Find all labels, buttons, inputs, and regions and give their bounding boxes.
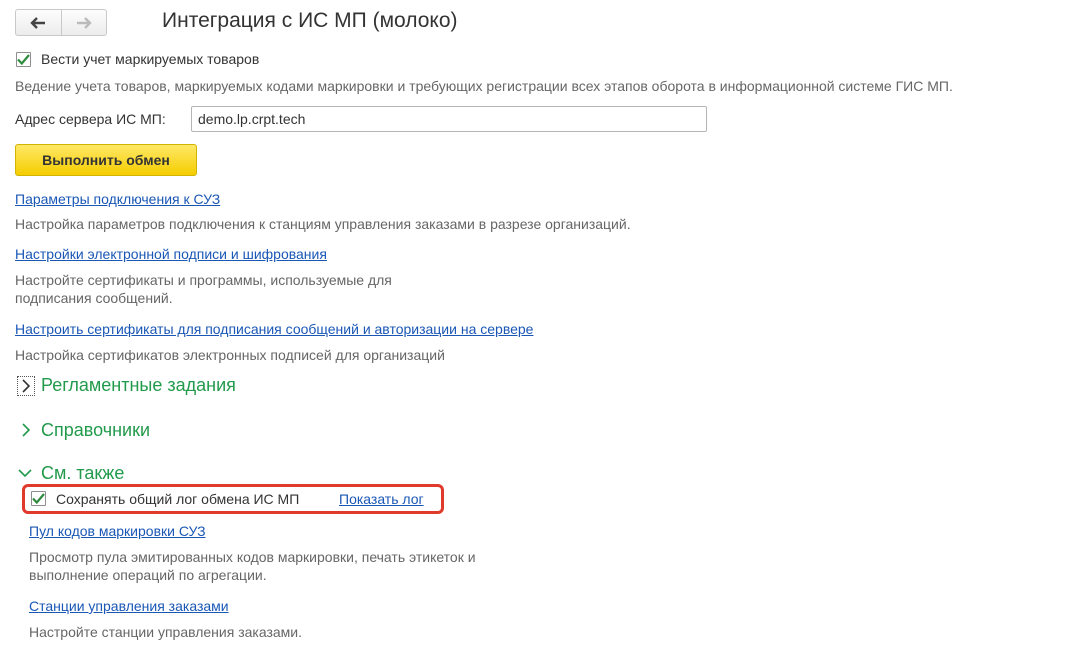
catalogs-section-title[interactable]: Справочники: [41, 420, 150, 441]
server-address-input[interactable]: demo.lp.crpt.tech: [191, 106, 707, 132]
order-stations-description: Настройте станции управления заказами.: [29, 624, 303, 640]
suz-code-pool-description-line2: выполнение операций по агрегации.: [29, 567, 267, 583]
history-nav: [15, 9, 107, 36]
arrow-left-icon: [30, 16, 46, 29]
page-title: Интеграция с ИС МП (молоко): [162, 9, 458, 32]
order-stations-link[interactable]: Станции управления заказами: [29, 598, 229, 614]
arrow-right-icon: [76, 16, 92, 29]
run-exchange-button[interactable]: Выполнить обмен: [15, 144, 197, 176]
see-also-toggle[interactable]: [16, 466, 34, 480]
server-address-label: Адрес сервера ИС МП:: [15, 111, 166, 127]
back-button[interactable]: [16, 10, 61, 35]
catalogs-toggle[interactable]: [18, 421, 34, 439]
signature-settings-link[interactable]: Настройки электронной подписи и шифрован…: [15, 246, 327, 262]
save-log-checkbox[interactable]: [31, 491, 46, 506]
tracking-checkbox[interactable]: [16, 52, 31, 67]
scheduled-tasks-section-title[interactable]: Регламентные задания: [41, 375, 236, 396]
suz-code-pool-link[interactable]: Пул кодов маркировки СУЗ: [29, 523, 206, 539]
tracking-description: Ведение учета товаров, маркируемых кодам…: [15, 78, 953, 94]
suz-connection-description: Настройка параметров подключения к станц…: [15, 216, 631, 232]
checkmark-icon: [17, 54, 30, 65]
tracking-checkbox-label[interactable]: Вести учет маркируемых товаров: [41, 51, 259, 67]
checkmark-icon: [32, 493, 45, 504]
show-log-link[interactable]: Показать лог: [339, 491, 424, 507]
suz-code-pool-description-line1: Просмотр пула эмитированных кодов маркир…: [29, 549, 476, 565]
save-log-checkbox-label[interactable]: Сохранять общий лог обмена ИС МП: [56, 491, 299, 507]
see-also-section-title[interactable]: См. также: [41, 463, 124, 484]
suz-connection-link[interactable]: Параметры подключения к СУЗ: [15, 191, 220, 207]
chevron-right-icon: [22, 423, 31, 437]
certificates-link[interactable]: Настроить сертификаты для подписания соо…: [15, 321, 533, 337]
forward-button[interactable]: [60, 10, 107, 35]
chevron-down-icon: [18, 469, 32, 478]
chevron-right-icon: [22, 379, 31, 393]
scheduled-tasks-toggle[interactable]: [17, 376, 35, 396]
certificates-description: Настройка сертификатов электронных подпи…: [15, 347, 445, 363]
signature-settings-description-line2: подписания сообщений.: [15, 290, 173, 306]
signature-settings-description-line1: Настройте сертификаты и программы, испол…: [15, 272, 392, 288]
